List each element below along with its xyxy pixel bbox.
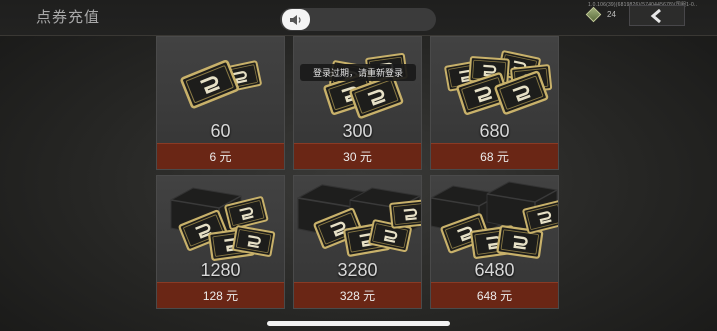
package-amount: 680 [479, 121, 510, 141]
price-button[interactable]: 68 元 [431, 143, 558, 169]
coupon-currency-icon [585, 6, 602, 22]
package-card-3280[interactable]: 3280 328 元 [293, 175, 422, 309]
package-card-60[interactable]: 60 6 元 [156, 36, 285, 170]
package-card-680[interactable]: 680 68 元 [430, 36, 559, 170]
price-button[interactable]: 648 元 [431, 282, 558, 308]
price-button[interactable]: 328 元 [294, 282, 421, 308]
page-title: 点券充值 [36, 9, 101, 26]
notice-bar[interactable] [280, 8, 436, 31]
package-card-6480[interactable]: 6480 648 元 [430, 175, 559, 309]
coupon-balance-value: 24 [607, 9, 616, 19]
speaker-icon[interactable] [282, 9, 310, 30]
chevron-left-icon [650, 8, 661, 23]
price-button[interactable]: 6 元 [157, 143, 284, 169]
login-expired-toast: 登录过期，请重新登录 [300, 64, 416, 81]
back-button[interactable] [629, 5, 685, 26]
price-button[interactable]: 128 元 [157, 282, 284, 308]
price-button[interactable]: 30 元 [294, 143, 421, 169]
package-amount: 1280 [200, 260, 241, 280]
package-card-300[interactable]: 300 30 元 [293, 36, 422, 170]
coupon-balance: 24 [585, 6, 616, 22]
home-indicator[interactable] [267, 321, 450, 326]
top-bar: 点券充值 1.0.106(39)(6819826)(5740445678)(国服… [0, 0, 717, 36]
package-amount: 300 [342, 121, 373, 141]
package-amount: 6480 [474, 260, 515, 280]
package-amount: 60 [210, 121, 231, 141]
package-amount: 3280 [337, 260, 378, 280]
package-card-1280[interactable]: 1280 128 元 [156, 175, 285, 309]
